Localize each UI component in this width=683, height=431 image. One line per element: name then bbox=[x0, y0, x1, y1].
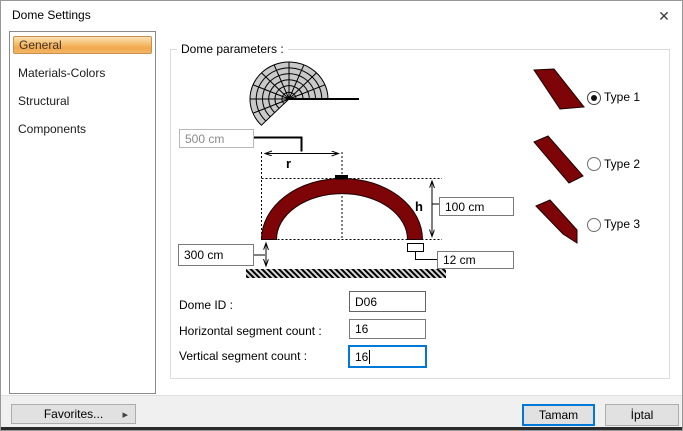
sidebar-item-components[interactable]: Components bbox=[13, 120, 152, 138]
sidebar-item-materials-colors[interactable]: Materials-Colors bbox=[13, 64, 152, 82]
favorites-expand-icon: ▸ bbox=[122, 408, 128, 421]
cancel-button[interactable]: İptal bbox=[605, 404, 679, 426]
group-title: Dome parameters : bbox=[177, 42, 288, 56]
close-icon[interactable]: ✕ bbox=[649, 4, 679, 28]
text-cursor bbox=[369, 350, 370, 364]
window-title: Dome Settings bbox=[12, 8, 91, 22]
base-height-input[interactable] bbox=[178, 244, 254, 266]
radio-type-2[interactable] bbox=[587, 157, 601, 171]
radio-type-3-label[interactable]: Type 3 bbox=[604, 218, 640, 231]
background-strip bbox=[1, 427, 683, 431]
sidebar-item-structural[interactable]: Structural bbox=[13, 92, 152, 110]
favorites-button[interactable]: Favorites... ▸ bbox=[11, 404, 136, 424]
dome-id-input[interactable] bbox=[349, 291, 426, 312]
horizontal-segment-label: Horizontal segment count : bbox=[179, 324, 322, 338]
radio-type-3[interactable] bbox=[587, 218, 601, 232]
sidebar: General Materials-Colors Structural Comp… bbox=[9, 31, 156, 394]
footer-bar: Favorites... ▸ Tamam İptal bbox=[1, 395, 683, 428]
radio-type-1-label[interactable]: Type 1 bbox=[604, 91, 640, 104]
horizontal-segment-input[interactable] bbox=[349, 319, 426, 339]
vertical-segment-label: Vertical segment count : bbox=[179, 349, 307, 363]
height-input[interactable] bbox=[439, 197, 514, 216]
vertical-segment-input[interactable] bbox=[348, 345, 427, 368]
h-label: h bbox=[415, 199, 423, 214]
dome-id-label: Dome ID : bbox=[179, 298, 233, 312]
radio-type-1[interactable] bbox=[587, 91, 601, 105]
cancel-button-label: İptal bbox=[631, 408, 654, 422]
dome-settings-dialog: Dome Settings ✕ General Materials-Colors… bbox=[0, 0, 683, 431]
ok-button-label: Tamam bbox=[539, 408, 578, 422]
sidebar-item-general[interactable]: General bbox=[13, 36, 152, 54]
ok-button[interactable]: Tamam bbox=[522, 404, 595, 426]
title-bar: Dome Settings ✕ bbox=[1, 1, 682, 31]
radio-type-2-label[interactable]: Type 2 bbox=[604, 158, 640, 171]
radius-input[interactable] bbox=[179, 129, 254, 148]
thickness-input[interactable] bbox=[437, 251, 514, 269]
favorites-button-label: Favorites... bbox=[44, 407, 103, 421]
r-label: r bbox=[286, 156, 291, 171]
